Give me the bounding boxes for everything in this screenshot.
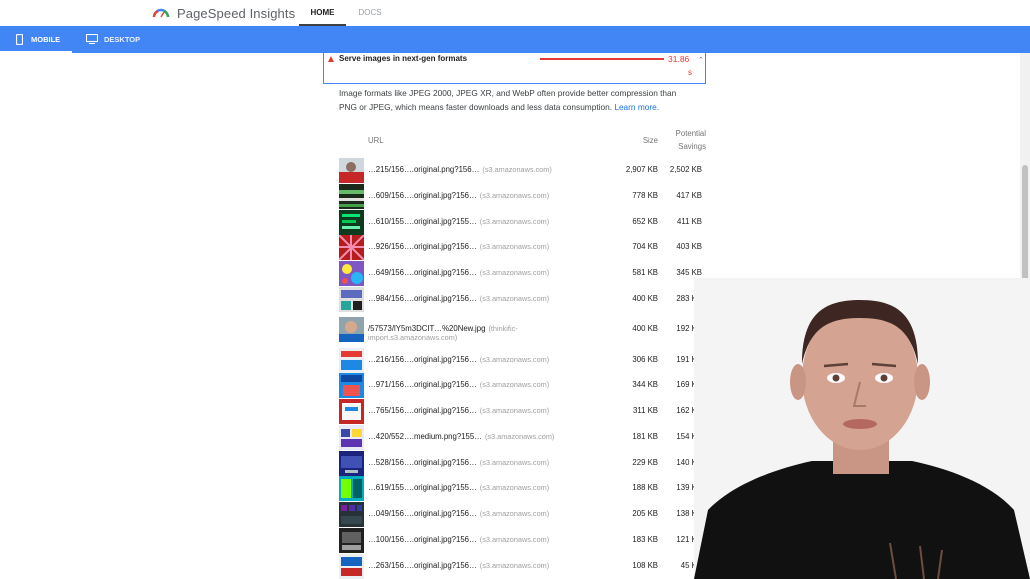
image-thumbnail bbox=[339, 158, 364, 183]
resource-savings: 411 KB bbox=[677, 217, 702, 226]
resource-size: 652 KB bbox=[632, 217, 658, 226]
resource-size: 344 KB bbox=[632, 380, 658, 389]
resource-url[interactable]: …100/156….original.jpg?156… (s3.amazonaws… bbox=[368, 535, 549, 544]
resource-url[interactable]: …263/156….original.jpg?156… (s3.amazonaws… bbox=[368, 561, 549, 570]
desktop-monitor-icon bbox=[86, 34, 98, 44]
column-header-size: Size bbox=[642, 136, 658, 145]
table-row[interactable]: …100/156….original.jpg?156… (s3.amazonaws… bbox=[339, 528, 706, 553]
resource-size: 311 KB bbox=[633, 406, 658, 415]
top-app-bar: PageSpeed Insights HOME DOCS bbox=[0, 0, 1030, 26]
resource-url[interactable]: …049/156….original.jpg?156… (s3.amazonaws… bbox=[368, 509, 549, 518]
resource-size: 181 KB bbox=[632, 432, 658, 441]
audit-description: Image formats like JPEG 2000, JPEG XR, a… bbox=[339, 87, 684, 114]
tab-desktop-label: DESKTOP bbox=[104, 35, 141, 44]
device-tab-bar: MOBILE DESKTOP bbox=[0, 26, 1030, 53]
resource-savings: 345 KB bbox=[676, 268, 702, 277]
image-thumbnail bbox=[339, 554, 364, 579]
resource-url[interactable]: …609/156….original.jpg?156… (s3.amazonaws… bbox=[368, 191, 549, 200]
nav-tab-home[interactable]: HOME bbox=[299, 0, 346, 26]
resource-size: 778 KB bbox=[632, 191, 658, 200]
resource-size: 704 KB bbox=[632, 242, 658, 251]
image-thumbnail bbox=[339, 235, 364, 260]
table-row[interactable]: …263/156….original.jpg?156… (s3.amazonaws… bbox=[339, 554, 706, 579]
table-row[interactable]: …216/156….original.jpg?156… (s3.amazonaws… bbox=[339, 348, 706, 373]
webcam-overlay bbox=[694, 278, 1030, 579]
image-thumbnail bbox=[339, 502, 364, 527]
resource-savings: 2,502 KB bbox=[669, 165, 702, 174]
table-row[interactable]: …215/156….original.png?156… (s3.amazonaws… bbox=[339, 158, 706, 183]
tab-desktop[interactable]: DESKTOP bbox=[86, 26, 156, 53]
resource-url[interactable]: …610/155….original.jpg?155… (s3.amazonaws… bbox=[368, 217, 549, 226]
resource-size: 205 KB bbox=[632, 509, 658, 518]
resource-savings: 403 KB bbox=[676, 242, 702, 251]
table-row[interactable]: …619/155….original.jpg?155… (s3.amazonaws… bbox=[339, 476, 706, 501]
resource-size: 183 KB bbox=[632, 535, 658, 544]
image-thumbnail bbox=[339, 261, 364, 286]
table-row[interactable]: …420/552….medium.png?155… (s3.amazonaws.c… bbox=[339, 425, 706, 450]
resource-url[interactable]: …971/156….original.jpg?156… (s3.amazonaws… bbox=[368, 380, 549, 389]
table-row[interactable]: …649/156….original.jpg?156… (s3.amazonaws… bbox=[339, 261, 706, 286]
table-row[interactable]: …610/155….original.jpg?155… (s3.amazonaws… bbox=[339, 210, 706, 235]
resource-size: 581 KB bbox=[632, 268, 658, 277]
resource-url[interactable]: …619/155….original.jpg?155… (s3.amazonaws… bbox=[368, 483, 549, 492]
resource-size: 400 KB bbox=[632, 294, 658, 303]
table-row[interactable]: …971/156….original.jpg?156… (s3.amazonaws… bbox=[339, 373, 706, 398]
resource-savings: 417 KB bbox=[676, 191, 702, 200]
presenter-video-image bbox=[694, 278, 1030, 579]
table-row[interactable]: …049/156….original.jpg?156… (s3.amazonaws… bbox=[339, 502, 706, 527]
resource-url[interactable]: …215/156….original.png?156… (s3.amazonaws… bbox=[368, 165, 552, 174]
table-row[interactable]: /57573/lY5m3DCIT…%20New.jpg (thinkific- i… bbox=[339, 317, 706, 342]
resource-url[interactable]: …420/552….medium.png?155… (s3.amazonaws.c… bbox=[368, 432, 554, 441]
pagespeed-logo-icon[interactable] bbox=[152, 5, 170, 19]
column-header-savings: Potential Savings bbox=[675, 129, 706, 151]
resource-size: 188 KB bbox=[632, 483, 658, 492]
resource-url[interactable]: …984/156….original.jpg?156… (s3.amazonaws… bbox=[368, 294, 549, 303]
table-row[interactable]: …765/156….original.jpg?156… (s3.amazonaws… bbox=[339, 399, 706, 424]
image-thumbnail bbox=[339, 425, 364, 450]
resource-url[interactable]: …926/156….original.jpg?156… (s3.amazonaws… bbox=[368, 242, 549, 251]
table-row[interactable]: …926/156….original.jpg?156… (s3.amazonaws… bbox=[339, 235, 706, 260]
table-row[interactable]: …528/156….original.jpg?156… (s3.amazonaws… bbox=[339, 451, 706, 476]
column-header-url: URL bbox=[368, 136, 384, 145]
resource-size: 400 KB bbox=[632, 324, 658, 333]
table-row[interactable]: …609/156….original.jpg?156… (s3.amazonaws… bbox=[339, 184, 706, 209]
resource-size: 108 KB bbox=[632, 561, 658, 570]
mobile-phone-icon bbox=[16, 34, 23, 45]
warning-triangle-icon bbox=[328, 56, 334, 62]
tab-mobile-label: MOBILE bbox=[31, 35, 61, 44]
audit-header-next-gen-formats[interactable]: Serve images in next-gen formats 31.86 s… bbox=[323, 53, 706, 84]
image-thumbnail bbox=[339, 476, 364, 501]
table-row[interactable]: …984/156….original.jpg?156… (s3.amazonaws… bbox=[339, 287, 706, 312]
resource-host-continued: import.s3.amazonaws.com) bbox=[368, 333, 458, 342]
image-thumbnail bbox=[339, 287, 364, 312]
savings-value: 31.86 bbox=[668, 54, 690, 64]
nav-tab-docs[interactable]: DOCS bbox=[357, 0, 383, 26]
savings-unit: s bbox=[688, 68, 692, 77]
resource-url[interactable]: …216/156….original.jpg?156… (s3.amazonaws… bbox=[368, 355, 549, 364]
resource-size: 306 KB bbox=[632, 355, 658, 364]
resource-url[interactable]: …528/156….original.jpg?156… (s3.amazonaws… bbox=[368, 458, 549, 467]
image-thumbnail bbox=[339, 399, 364, 424]
image-thumbnail bbox=[339, 373, 364, 398]
image-thumbnail bbox=[339, 184, 364, 209]
savings-bar bbox=[540, 58, 664, 60]
audit-title: Serve images in next-gen formats bbox=[339, 54, 468, 63]
image-thumbnail bbox=[339, 348, 364, 373]
chevron-up-icon[interactable]: ⌃ bbox=[698, 56, 704, 64]
image-thumbnail bbox=[339, 210, 364, 235]
resource-size: 2,907 KB bbox=[625, 165, 658, 174]
resource-size: 229 KB bbox=[632, 458, 658, 467]
tab-mobile[interactable]: MOBILE bbox=[0, 26, 72, 53]
image-thumbnail bbox=[339, 528, 364, 553]
learn-more-link[interactable]: Learn more. bbox=[614, 102, 659, 112]
resource-url[interactable]: /57573/lY5m3DCIT…%20New.jpg (thinkific- bbox=[368, 324, 518, 333]
resource-url[interactable]: …765/156….original.jpg?156… (s3.amazonaws… bbox=[368, 406, 549, 415]
resource-url[interactable]: …649/156….original.jpg?156… (s3.amazonaws… bbox=[368, 268, 549, 277]
image-thumbnail bbox=[339, 451, 364, 476]
image-thumbnail bbox=[339, 317, 364, 342]
app-title[interactable]: PageSpeed Insights bbox=[177, 6, 295, 21]
